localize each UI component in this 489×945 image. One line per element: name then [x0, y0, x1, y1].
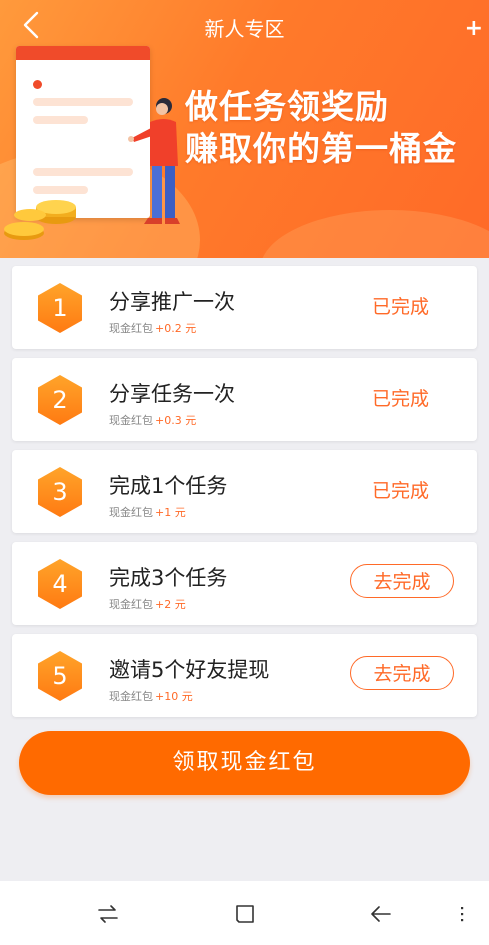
reward-amount: +0.2 元 — [155, 322, 197, 335]
task-number-badge: 5 — [34, 650, 86, 702]
banner-decor — [260, 210, 489, 258]
go-complete-button[interactable]: 去完成 — [350, 564, 454, 598]
switch-arrows-icon[interactable] — [95, 901, 121, 927]
task-number: 3 — [52, 478, 68, 506]
reward-amount: +0.3 元 — [155, 414, 197, 427]
slogan-line-1: 做任务领奖励 — [185, 87, 389, 126]
task-reward: 现金红包 +2 元 — [109, 596, 186, 612]
task-title: 完成1个任务 — [109, 474, 228, 498]
go-complete-button[interactable]: 去完成 — [350, 656, 454, 690]
task-status-completed: 已完成 — [372, 296, 430, 318]
page-title: 新人专区 — [204, 17, 285, 41]
task-number: 4 — [52, 570, 68, 598]
task-number: 5 — [52, 662, 68, 690]
reward-label: 现金红包 — [109, 690, 153, 703]
slogan-line-2: 赚取你的第一桶金 — [185, 129, 457, 168]
claim-cash-button[interactable]: 领取现金红包 — [19, 731, 470, 795]
task-status-completed: 已完成 — [372, 388, 430, 410]
home-square-icon[interactable] — [232, 901, 258, 927]
person-illustration — [128, 98, 180, 224]
reward-label: 现金红包 — [109, 414, 153, 427]
system-nav-bar — [0, 881, 489, 945]
task-number-badge: 3 — [34, 466, 86, 518]
banner-slogan: 做任务领奖励 赚取你的第一桶金 — [185, 86, 457, 170]
reward-label: 现金红包 — [109, 322, 153, 335]
task-item: 4 完成3个任务 现金红包 +2 元 去完成 — [12, 542, 477, 625]
task-title: 完成3个任务 — [109, 566, 228, 590]
menu-dots-icon[interactable] — [455, 901, 469, 927]
task-item: 5 邀请5个好友提现 现金红包 +10 元 去完成 — [12, 634, 477, 717]
task-item: 1 分享推广一次 现金红包 +0.2 元 已完成 — [12, 266, 477, 349]
task-status-completed: 已完成 — [372, 480, 430, 502]
task-title: 分享推广一次 — [109, 290, 235, 314]
reward-label: 现金红包 — [109, 506, 153, 519]
reward-amount: +10 元 — [155, 690, 193, 703]
task-reward: 现金红包 +0.3 元 — [109, 412, 196, 428]
task-item: 3 完成1个任务 现金红包 +1 元 已完成 — [12, 450, 477, 533]
plus-sparkle: + — [464, 16, 483, 41]
task-reward: 现金红包 +1 元 — [109, 504, 186, 520]
task-title: 分享任务一次 — [109, 382, 235, 406]
task-number-badge: 1 — [34, 282, 86, 334]
task-number: 2 — [52, 386, 68, 414]
task-number-badge: 2 — [34, 374, 86, 426]
task-item: 2 分享任务一次 现金红包 +0.3 元 已完成 — [12, 358, 477, 441]
task-title: 邀请5个好友提现 — [109, 658, 270, 682]
reward-amount: +1 元 — [155, 506, 186, 519]
reward-amount: +2 元 — [155, 598, 186, 611]
task-reward: 现金红包 +10 元 — [109, 688, 193, 704]
reward-label: 现金红包 — [109, 598, 153, 611]
task-number: 1 — [52, 294, 68, 322]
banner: 新人专区 + 做任务领奖励 赚取你的第一桶金 — [0, 0, 489, 258]
task-number-badge: 4 — [34, 558, 86, 610]
task-reward: 现金红包 +0.2 元 — [109, 320, 196, 336]
coins-illustration — [4, 200, 76, 240]
back-arrow-icon[interactable] — [368, 901, 394, 927]
